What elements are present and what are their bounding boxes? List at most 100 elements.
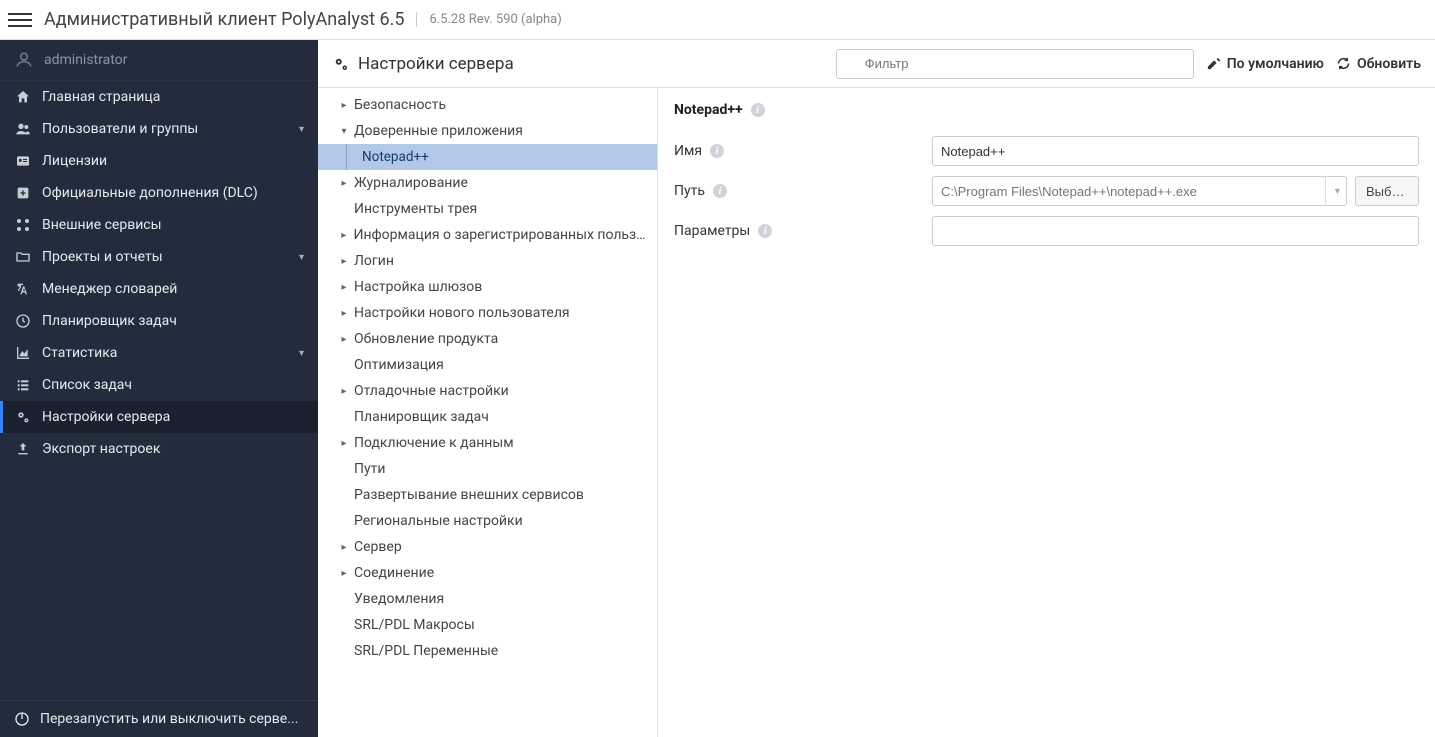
user-icon (14, 50, 34, 70)
form-row-name: Имя i (674, 136, 1419, 166)
upload-icon (14, 441, 32, 457)
detail-panel: Notepad++ i Имя i Путь i (658, 88, 1435, 737)
tree-item[interactable]: ▾Доверенные приложения (318, 118, 657, 144)
dlc-icon (14, 185, 32, 201)
path-label: Путь i (674, 183, 932, 199)
tree-item-label: Развертывание внешних сервисов (354, 487, 584, 503)
tree-item-label: Соединение (354, 565, 434, 581)
tree-item-label: Инструменты трея (354, 201, 477, 217)
current-user[interactable]: administrator (0, 40, 318, 81)
refresh-label: Обновить (1357, 56, 1421, 72)
info-icon[interactable]: i (710, 144, 724, 158)
tree-item-label: Сервер (354, 539, 402, 555)
sidebar-item-server-settings[interactable]: Настройки сервера (0, 401, 318, 433)
sidebar-item-users-groups[interactable]: Пользователи и группы ▾ (0, 113, 318, 145)
sidebar-item-licenses[interactable]: Лицензии (0, 145, 318, 177)
clock-icon (14, 313, 32, 329)
tree-item[interactable]: Планировщик задач (318, 404, 657, 430)
sidebar-item-label: Пользователи и группы (42, 121, 198, 137)
chevron-right-icon: ▸ (338, 282, 350, 293)
sidebar-item-dlc[interactable]: Официальные дополнения (DLC) (0, 177, 318, 209)
sidebar-item-label: Официальные дополнения (DLC) (42, 185, 258, 201)
tree-item[interactable]: ▸ Безопасность (318, 92, 657, 118)
gears-icon (332, 55, 350, 73)
tree-item[interactable]: ▸Отладочные настройки (318, 378, 657, 404)
params-label: Параметры i (674, 223, 932, 239)
info-icon[interactable]: i (758, 224, 772, 238)
chevron-right-icon: ▸ (338, 100, 350, 111)
tree-item[interactable]: SRL/PDL Макросы (318, 612, 657, 638)
hamburger-menu-button[interactable] (8, 8, 32, 32)
tree-item[interactable]: Инструменты трея (318, 196, 657, 222)
sidebar-item-statistics[interactable]: Статистика ▾ (0, 337, 318, 369)
tree-item-label: Журналирование (354, 175, 468, 191)
tree-item[interactable]: ▸ Логин (318, 248, 657, 274)
tree-item-label: Безопасность (354, 97, 446, 113)
tree-item-label: Подключение к данным (354, 435, 514, 451)
content-header: Настройки сервера По умолчанию Обновить (318, 40, 1435, 88)
defaults-button[interactable]: По умолчанию (1206, 56, 1324, 72)
tree-item[interactable]: ▸ Обновление продукта (318, 326, 657, 352)
filter-input[interactable] (836, 49, 1194, 79)
path-input[interactable] (932, 176, 1347, 206)
refresh-button[interactable]: Обновить (1336, 56, 1421, 72)
name-input[interactable] (932, 136, 1419, 166)
sidebar-item-label: Проекты и отчеты (42, 249, 163, 265)
sidebar-item-label: Список задач (42, 377, 132, 393)
sidebar-item-label: Лицензии (42, 153, 107, 169)
sidebar-item-external-services[interactable]: Внешние сервисы (0, 209, 318, 241)
tree-item[interactable]: Уведомления (318, 586, 657, 612)
tree-item[interactable]: Пути (318, 456, 657, 482)
refresh-icon (1336, 56, 1351, 71)
chevron-right-icon: ▸ (338, 334, 350, 345)
tree-item-label: Обновление продукта (354, 331, 498, 347)
app-version: 6.5.28 Rev. 590 (alpha) (416, 12, 561, 27)
sidebar-item-projects-reports[interactable]: Проекты и отчеты ▾ (0, 241, 318, 273)
tree-item[interactable]: ▸Настройка шлюзов (318, 274, 657, 300)
tree-item[interactable]: Развертывание внешних сервисов (318, 482, 657, 508)
sidebar-item-label: Статистика (42, 345, 117, 361)
detail-title: Notepad++ i (674, 102, 1419, 118)
home-icon (14, 89, 32, 105)
sidebar-restart-shutdown[interactable]: Перезапустить или выключить серве... (0, 700, 318, 737)
tree-item[interactable]: Оптимизация (318, 352, 657, 378)
sidebar-item-scheduler[interactable]: Планировщик задач (0, 305, 318, 337)
chevron-right-icon: ▸ (338, 256, 350, 267)
sidebar-item-export-settings[interactable]: Экспорт настроек (0, 433, 318, 465)
sidebar-items: Главная страница Пользователи и группы ▾… (0, 81, 318, 700)
params-input[interactable] (932, 216, 1419, 246)
chevron-right-icon: ▸ (338, 230, 349, 241)
tree-item[interactable]: ▸ Подключение к данным (318, 430, 657, 456)
tree-item[interactable]: Региональные настройки (318, 508, 657, 534)
topbar: Административный клиент PolyAnalyst 6.5 … (0, 0, 1435, 40)
tree-item-label: Логин (354, 253, 394, 269)
tree-item-label: Оптимизация (354, 357, 444, 373)
browse-button[interactable]: Выбор... (1355, 176, 1419, 206)
tree-item[interactable]: ▸Информация о зарегистрированных пользов… (318, 222, 657, 248)
chevron-down-icon: ▾ (299, 348, 304, 359)
id-card-icon (14, 153, 32, 169)
form-row-params: Параметры i (674, 216, 1419, 246)
info-icon[interactable]: i (713, 184, 727, 198)
sidebar-item-task-list[interactable]: Список задач (0, 369, 318, 401)
chevron-right-icon: ▸ (338, 438, 350, 449)
defaults-label: По умолчанию (1227, 56, 1324, 72)
sidebar-item-label: Внешние сервисы (42, 217, 162, 233)
sidebar-item-dictionary-manager[interactable]: Менеджер словарей (0, 273, 318, 305)
tree-item[interactable]: Notepad++ (318, 144, 657, 170)
tree-item[interactable]: SRL/PDL Переменные (318, 638, 657, 664)
tree-item[interactable]: ▸Настройки нового пользователя (318, 300, 657, 326)
page-title: Настройки сервера (332, 54, 514, 74)
tree-item[interactable]: ▸ Соединение (318, 560, 657, 586)
tree-item-label: Уведомления (354, 591, 444, 607)
tree-item-label: Пути (354, 461, 385, 477)
chevron-right-icon: ▸ (338, 542, 350, 553)
folder-icon (14, 249, 32, 265)
tree-item-label: Доверенные приложения (354, 123, 523, 139)
sidebar-item-home[interactable]: Главная страница (0, 81, 318, 113)
info-icon[interactable]: i (751, 103, 765, 117)
chevron-right-icon: ▸ (338, 568, 350, 579)
tree-item[interactable]: ▸Журналирование (318, 170, 657, 196)
tree-item[interactable]: ▸ Сервер (318, 534, 657, 560)
tree-item-label: Отладочные настройки (354, 383, 509, 399)
